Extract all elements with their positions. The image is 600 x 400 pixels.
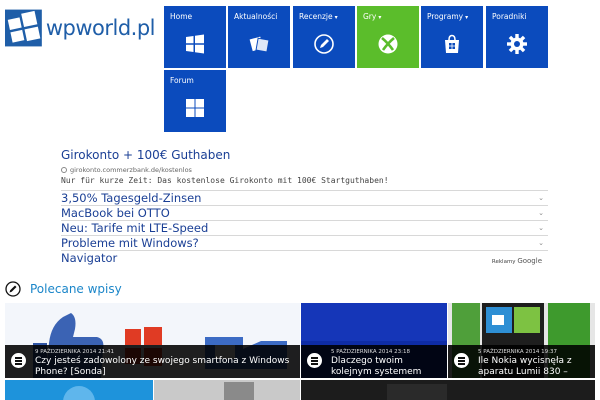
nav-tile-label: Home: [170, 12, 193, 21]
ads-label-prefix: Reklamy: [491, 259, 516, 265]
ad-link-label: MacBook bei OTTO: [61, 206, 170, 220]
featured-post[interactable]: 9 PAŹDZIERNIKA 2014 21:41 Czy jesteś zad…: [5, 303, 300, 378]
nav-tile-label: Forum: [170, 76, 194, 85]
nav-tile-home[interactable]: Home: [164, 6, 226, 68]
featured-section-header: Polecane wpisy: [5, 281, 122, 297]
chevron-down-icon: ⌄: [538, 224, 544, 232]
ad-link-label: Neu: Tarife mit LTE-Speed: [61, 221, 209, 235]
ad-link[interactable]: Neu: Tarife mit LTE-Speed ⌄: [61, 220, 548, 235]
featured-post-thumbnail[interactable]: [154, 380, 300, 400]
nav-tile-recenzje[interactable]: Recenzje ▾: [293, 6, 355, 68]
post-title[interactable]: Czy jesteś zadowolony ze swojego smartfo…: [35, 356, 296, 378]
gear-icon: [507, 34, 527, 54]
post-thumbnail: [5, 380, 153, 400]
ad-description: Nur für kurze Zeit: Das kostenlose Girok…: [61, 176, 389, 185]
windows-icon: [186, 34, 204, 54]
post-date: 5 PAŹDZIERNIKA 2014 19:37: [478, 349, 558, 355]
logo-text: wpworld.pl: [45, 16, 156, 40]
featured-heading: Polecane wpisy: [30, 282, 122, 296]
ad-link[interactable]: Navigator: [61, 250, 548, 265]
logo-mark-icon: [5, 9, 42, 47]
post-thumbnail: [301, 380, 595, 400]
ad-title-link[interactable]: Girokonto + 100€ Guthaben: [61, 148, 230, 162]
featured-post[interactable]: 5 PAŹDZIERNIKA 2014 19:37 Ile Nokia wyci…: [448, 303, 595, 378]
ads-by-google-label[interactable]: Reklamy Google: [492, 257, 542, 265]
chevron-down-icon: ⌄: [538, 239, 544, 247]
nav-tile-programy[interactable]: Programy ▾: [421, 6, 483, 68]
pencil-circle-icon: [5, 281, 21, 297]
nav-tile-poradniki[interactable]: Poradniki: [486, 6, 548, 68]
chevron-down-icon: ⌄: [538, 194, 544, 202]
post-list-icon: [307, 353, 322, 368]
nav-tile-gry[interactable]: Gry ▾: [357, 6, 419, 68]
featured-post-thumbnail[interactable]: [301, 380, 595, 400]
nav-tile-label: Programy ▾: [427, 12, 469, 21]
site-logo[interactable]: wpworld.pl: [5, 5, 156, 51]
ads-label-brand: Google: [517, 257, 542, 265]
pencil-icon: [314, 34, 334, 54]
post-date: 9 PAŹDZIERNIKA 2014 21:41: [35, 349, 115, 355]
nav-tile-label: Aktualności: [234, 12, 278, 21]
ad-link-label: 3,50% Tagesgeld-Zinsen: [61, 191, 202, 205]
ad-block: Girokonto + 100€ Guthaben girokonto.comm…: [55, 145, 548, 270]
post-list-icon: [11, 353, 26, 368]
cards-icon: [249, 36, 270, 53]
ad-link[interactable]: MacBook bei OTTO ⌄: [61, 205, 548, 220]
chevron-down-icon: ⌄: [538, 209, 544, 217]
post-caption: 5 PAŹDZIERNIKA 2014 23:18 Dlaczego twoim…: [301, 345, 447, 378]
nav-tile-label: Poradniki: [492, 12, 527, 21]
post-caption: 5 PAŹDZIERNIKA 2014 19:37 Ile Nokia wyci…: [448, 345, 595, 378]
post-title[interactable]: Dlaczego twoim kolejnym systemem mobilny…: [331, 356, 443, 378]
store-icon: [445, 34, 459, 53]
post-list-icon: [454, 353, 469, 368]
post-caption: 9 PAŹDZIERNIKA 2014 21:41 Czy jesteś zad…: [5, 345, 300, 378]
globe-icon: [61, 167, 67, 173]
post-thumbnail: [154, 380, 300, 400]
ad-link[interactable]: Probleme mit Windows? ⌄: [61, 235, 548, 250]
ad-link-label: Probleme mit Windows?: [61, 236, 199, 250]
nav-tile-label: Recenzje ▾: [299, 12, 338, 21]
featured-post[interactable]: 5 PAŹDZIERNIKA 2014 23:18 Dlaczego twoim…: [301, 303, 447, 378]
ad-url-text: girokonto.commerzbank.de/kostenlos: [70, 166, 192, 174]
ad-url[interactable]: girokonto.commerzbank.de/kostenlos: [61, 166, 192, 174]
nav-tile-forum[interactable]: Forum: [164, 70, 226, 132]
windows-grid-icon: [186, 99, 204, 117]
ad-link-label: Navigator: [61, 251, 118, 265]
post-title[interactable]: Ile Nokia wycisnęła z aparatu Lumii 830 …: [478, 356, 591, 378]
nav-tile-label: Gry ▾: [363, 12, 382, 21]
featured-post-thumbnail[interactable]: [5, 380, 153, 400]
xbox-icon: [378, 34, 398, 54]
nav-tile-aktualnosci[interactable]: Aktualności: [228, 6, 290, 68]
ad-link[interactable]: 3,50% Tagesgeld-Zinsen ⌄: [61, 190, 548, 205]
post-date: 5 PAŹDZIERNIKA 2014 23:18: [331, 349, 411, 355]
